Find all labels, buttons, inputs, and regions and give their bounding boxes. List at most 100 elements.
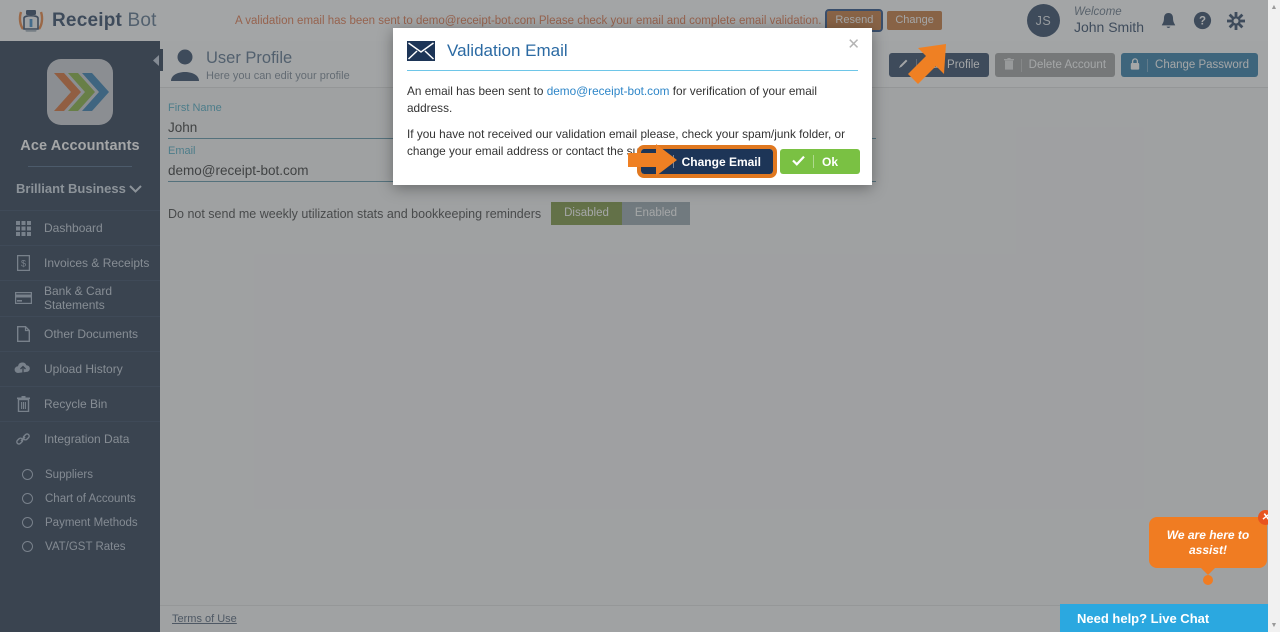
credit-card-icon [14,289,32,307]
chat-bubble-text: We are here to assist! [1166,528,1250,557]
sidebar-item-label: Integration Data [44,432,130,447]
user-name: John Smith [1073,18,1144,35]
validation-text-pre: A validation email has been sent to [235,14,416,27]
modal-title: Validation Email [447,41,568,60]
top-bar-right: JS Welcome John Smith ? [1026,4,1268,37]
scroll-down-arrow-icon[interactable]: ▼ [1268,618,1280,632]
receipt-icon: $ [14,254,32,272]
sidebar-item-recycle-bin[interactable]: Recycle Bin [0,385,160,421]
terms-of-use-link[interactable]: Terms of Use [172,613,237,625]
reminders-toggle-row: Do not send me weekly utilization stats … [166,184,1268,225]
modal-paragraph-1: An email has been sent to demo@receipt-b… [407,83,858,117]
grid-icon [14,219,32,237]
scroll-up-arrow-icon[interactable]: ▲ [1268,0,1280,14]
delete-account-button[interactable]: Delete Account [994,53,1116,77]
modal-p1-pre: An email has been sent to [407,84,547,98]
check-icon [792,155,805,169]
close-icon[interactable]: ✕ [847,37,860,52]
link-icon [14,430,32,448]
sidebar-item-label: Upload History [44,361,123,376]
company-name: Ace Accountants [20,138,140,154]
reminders-toggle-label: Do not send me weekly utilization stats … [168,206,542,221]
envelope-icon [407,41,435,61]
button-separator [1020,58,1022,72]
gear-icon[interactable] [1226,11,1246,31]
ok-button[interactable]: Ok [779,149,860,174]
validation-text-post: Please check your email and complete ema… [535,14,822,27]
user-icon [168,47,202,83]
sidebar-item-label: Recycle Bin [44,397,108,412]
sidebar-divider [28,166,132,167]
lock-icon [1130,57,1140,73]
toggle-option-enabled[interactable]: Enabled [621,202,691,225]
svg-text:?: ? [1198,16,1205,28]
annotation-arrow-change-email [628,143,678,182]
chat-assist-bubble: We are here to assist! ✕ [1149,510,1273,585]
chevron-down-icon [129,184,142,193]
change-email-label: Change Email [681,154,761,169]
change-password-label: Change Password [1155,59,1249,71]
live-chat-bar[interactable]: Need help? Live Chat [1060,604,1268,632]
sidebar-item-other-documents[interactable]: Other Documents [0,315,160,351]
sidebar-subitem-label: Chart of Accounts [45,492,136,505]
trash-icon [14,395,32,413]
ok-label: Ok [821,154,838,169]
sidebar-item-bank-card-statements[interactable]: Bank & Card Statements [0,280,160,315]
circle-icon [22,469,33,481]
brand-title-bold: Receipt [52,9,123,31]
circle-icon [22,493,33,505]
sidebar-subitem-label: VAT/GST Rates [45,540,126,553]
avatar[interactable]: JS [1026,4,1060,37]
sidebar-subitem-label: Payment Methods [45,516,138,529]
sidebar-item-integration-data[interactable]: Integration Data [0,421,160,456]
button-separator [812,155,814,168]
brand-title-light: Bot [122,9,157,31]
chevron-left-icon [153,54,159,66]
document-icon [14,325,32,343]
chevrons-logo-icon [54,73,109,111]
cloud-upload-icon [14,360,32,378]
button-separator [1147,58,1149,72]
page-scrollbar[interactable]: ▲ ▼ [1268,0,1280,632]
sidebar-item-label: Bank & Card Statements [44,284,113,313]
help-circle-icon[interactable]: ? [1192,11,1212,31]
svg-text:$: $ [20,259,25,269]
robot-logo-icon [18,9,44,33]
validation-notice-text: A validation email has been sent to demo… [235,15,821,27]
sidebar-item-label: Other Documents [44,326,139,341]
circle-icon [22,541,33,553]
annotation-arrow-resend [902,42,954,93]
sidebar-logo-block: Ace Accountants [0,41,160,167]
modal-title-row: Validation Email [407,41,858,71]
page-title: User Profile [206,49,293,67]
sidebar-item-upload-history[interactable]: Upload History [0,350,160,386]
sidebar-item-label: Dashboard [44,221,103,236]
sidebar-item-label: Invoices & Receipts [44,256,150,271]
delete-account-label: Delete Account [1028,59,1107,71]
circle-icon [22,517,33,529]
sidebar-subitem-vat-gst-rates[interactable]: VAT/GST Rates [0,536,160,557]
toggle-option-disabled[interactable]: Disabled [551,202,622,225]
bell-icon[interactable] [1158,11,1178,31]
reminders-toggle[interactable]: Disabled Enabled [551,202,691,225]
sidebar-subitem-suppliers[interactable]: Suppliers [0,464,160,485]
live-chat-label: Need help? Live Chat [1077,610,1210,626]
modal-email-link[interactable]: demo@receipt-bot.com [547,84,670,98]
trash-icon [1003,57,1014,73]
business-selector[interactable]: Brilliant Business [0,167,160,210]
brand[interactable]: Receipt Bot [0,0,160,41]
change-password-button[interactable]: Change Password [1121,53,1258,77]
welcome-label: Welcome [1073,5,1122,18]
sidebar-subitem-chart-of-accounts[interactable]: Chart of Accounts [0,488,160,509]
sidebar: Ace Accountants Brilliant Business Dashb… [0,41,160,632]
sidebar-item-dashboard[interactable]: Dashboard [0,210,160,245]
sidebar-collapse-button[interactable] [150,49,163,71]
company-logo [47,59,113,125]
user-welcome[interactable]: Welcome John Smith [1074,5,1144,37]
sidebar-subitem-payment-methods[interactable]: Payment Methods [0,512,160,533]
validation-email: demo@receipt-bot.com [415,14,536,27]
change-button[interactable]: Change [887,10,942,31]
sidebar-item-invoices-receipts[interactable]: $ Invoices & Receipts [0,245,160,280]
page-subtitle: Here you can edit your profile [206,70,350,82]
modal-header: Validation Email ✕ [393,28,872,71]
